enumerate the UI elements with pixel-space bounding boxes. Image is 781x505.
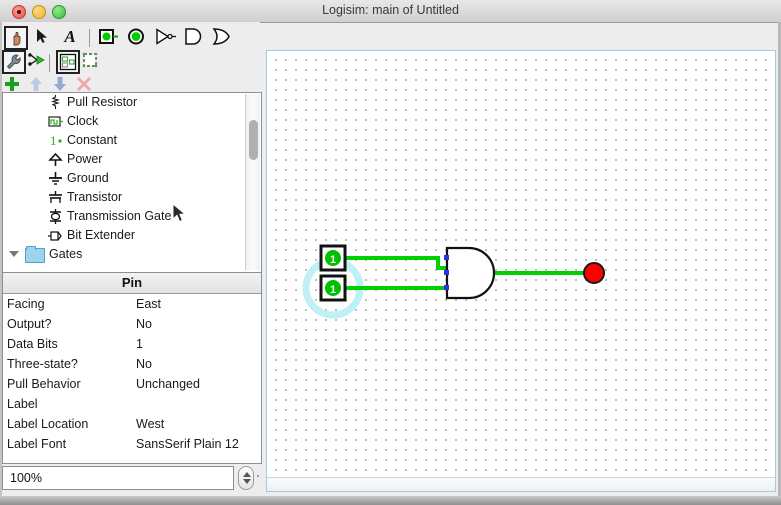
tree-item-label: Power (67, 152, 103, 166)
or-gate-tool[interactable] (209, 26, 233, 50)
input-pin-top-value: 1 (330, 254, 336, 266)
property-name: Label Location (7, 417, 89, 431)
tree-item-label: Constant (67, 133, 118, 147)
properties-panel: Pin Facing East Output? No Data Bits 1 T… (2, 272, 262, 464)
stepper-up-icon[interactable] (243, 472, 251, 477)
property-value[interactable]: East (136, 294, 161, 314)
zoom-control[interactable]: 100% (2, 466, 260, 492)
property-row-label-location[interactable]: Label Location West (3, 414, 261, 434)
input-pin-top[interactable]: 1 (319, 244, 347, 272)
and-gate-port-0[interactable] (444, 255, 449, 260)
edit-tool[interactable] (2, 50, 26, 74)
ground-icon (47, 170, 64, 187)
not-gate-tool[interactable] (153, 26, 177, 50)
tree-item-ground[interactable]: Ground (3, 169, 243, 188)
toolbar-separator-1 (89, 29, 90, 47)
property-row-three-state[interactable]: Three-state? No (3, 354, 261, 374)
svg-text:1: 1 (50, 133, 57, 148)
stepper-down-icon[interactable] (243, 479, 251, 484)
bit-extender-icon (47, 227, 64, 244)
window-title: Logisim: main of Untitled (322, 3, 459, 17)
toolbar: A (0, 22, 260, 92)
chevron-down-icon[interactable] (9, 251, 19, 257)
tree-item-transistor[interactable]: Transistor (3, 188, 243, 207)
property-value[interactable]: No (136, 354, 152, 374)
property-name: Output? (7, 317, 52, 331)
explorer-scrollbar[interactable] (245, 94, 260, 270)
zoom-stepper[interactable] (238, 466, 254, 490)
tree-item-transmission-gate[interactable]: Transmission Gate (3, 207, 243, 226)
transmission-gate-icon (47, 208, 64, 225)
select-tool[interactable] (32, 26, 56, 50)
property-value[interactable]: West (136, 414, 164, 434)
simulate-tool[interactable] (26, 50, 50, 74)
property-name: Label Font (7, 437, 67, 451)
pull-resistor-icon (47, 94, 64, 111)
tree-item-power[interactable]: Power (3, 150, 243, 169)
property-value[interactable]: Unchanged (136, 374, 200, 394)
and-gate-port-2[interactable] (444, 285, 449, 290)
output-pin-tool[interactable] (125, 26, 149, 50)
tree-item-bit-extender[interactable]: Bit Extender (3, 226, 243, 245)
explorer-scrollbar-thumb[interactable] (249, 120, 258, 160)
constant-icon: 1 (47, 132, 64, 149)
property-row-facing[interactable]: Facing East (3, 294, 261, 314)
property-row-label[interactable]: Label (3, 394, 261, 414)
and-gate-tool[interactable] (181, 26, 205, 50)
transistor-icon (47, 189, 64, 206)
tree-item-constant[interactable]: 1 Constant (3, 131, 243, 150)
and-gate-port-1[interactable] (444, 270, 449, 275)
component-tree[interactable]: Pull Resistor Clock 1 Constant Power Gro… (3, 93, 243, 264)
tree-item-label: Bit Extender (67, 228, 136, 242)
power-icon (47, 151, 64, 168)
property-name: Pull Behavior (7, 377, 81, 391)
title-bar: Logisim: main of Untitled (0, 0, 781, 23)
property-name: Data Bits (7, 337, 58, 351)
input-pin-bottom[interactable]: 1 (319, 274, 347, 302)
tree-folder-label: Gates (49, 247, 83, 261)
tree-item-label: Transmission Gate (67, 209, 172, 223)
property-value[interactable]: No (136, 314, 152, 334)
logisim-window: Logisim: main of Untitled A Pull Resisto… (0, 0, 781, 505)
svg-text:A: A (63, 27, 75, 46)
property-row-label-font[interactable]: Label Font SansSerif Plain 12 (3, 434, 261, 454)
mouse-cursor (172, 203, 187, 223)
add-circuit-tool[interactable] (56, 50, 80, 74)
property-value[interactable]: SansSerif Plain 12 (136, 434, 239, 454)
property-value[interactable]: 1 (136, 334, 143, 354)
window-bottom-edge (0, 496, 781, 505)
circuit-drawing[interactable]: 1 1 (267, 51, 776, 492)
wire-top-input[interactable] (343, 256, 449, 270)
new-circuit-tool[interactable] (80, 50, 104, 74)
output-pin[interactable] (583, 262, 605, 284)
tree-item-clock[interactable]: Clock (3, 112, 243, 131)
zoom-dot-marker (257, 475, 259, 477)
input-pin-bottom-value: 1 (330, 284, 336, 296)
property-row-pull-behavior[interactable]: Pull Behavior Unchanged (3, 374, 261, 394)
property-name: Three-state? (7, 357, 78, 371)
explorer-panel[interactable]: Pull Resistor Clock 1 Constant Power Gro… (2, 92, 262, 274)
toolbar-separator-2 (49, 54, 50, 72)
tree-item-label: Pull Resistor (67, 95, 138, 109)
zoom-input[interactable]: 100% (2, 466, 234, 490)
window-left-edge (0, 22, 2, 496)
input-pin-tool[interactable] (97, 26, 121, 50)
poke-tool[interactable] (4, 26, 28, 50)
and-gate[interactable] (444, 246, 496, 300)
clock-icon (47, 113, 64, 130)
circuit-canvas[interactable]: 1 1 (266, 50, 776, 492)
tree-folder-gates[interactable]: Gates (3, 245, 243, 264)
property-row-data-bits[interactable]: Data Bits 1 (3, 334, 261, 354)
property-name: Facing (7, 297, 45, 311)
properties-title: Pin (3, 273, 261, 294)
tree-item-label: Clock (67, 114, 99, 128)
tree-item-label: Transistor (67, 190, 123, 204)
property-row-output[interactable]: Output? No (3, 314, 261, 334)
text-tool[interactable]: A (60, 26, 84, 50)
property-name: Label (7, 397, 38, 411)
canvas-horizontal-scrollbar[interactable] (267, 477, 775, 491)
folder-icon (25, 246, 45, 263)
tree-item-pull-resistor[interactable]: Pull Resistor (3, 93, 243, 112)
tree-item-label: Ground (67, 171, 109, 185)
